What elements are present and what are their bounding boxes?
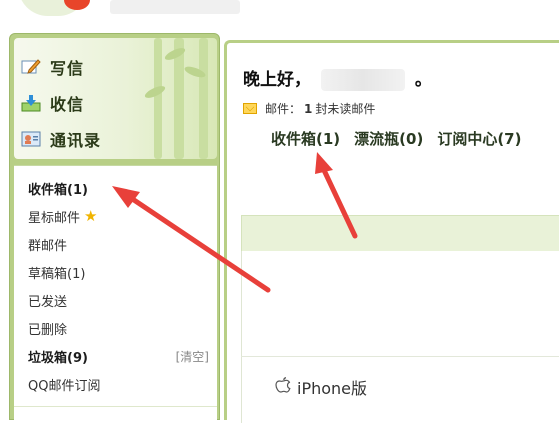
folder-group[interactable]: 群邮件 [28,233,67,255]
iphone-version-link[interactable]: iPhone版 [275,375,367,399]
folder-starred-label: 星标邮件 [28,210,81,226]
pencil-icon [20,58,42,76]
apple-icon [275,376,291,399]
mailbox-tabs: 收件箱(1) 漂流瓶(0) 订阅中心(7) [271,128,535,149]
tab-inbox[interactable]: 收件箱(1) [271,128,340,149]
star-icon: ★ [84,207,98,225]
tab-drift-bottle[interactable]: 漂流瓶(0) [354,128,423,149]
greeting-suffix: 。 [414,70,432,90]
content-divider [241,356,559,357]
download-icon [20,94,42,112]
folder-deleted[interactable]: 已删除 [28,317,67,339]
mail-label: 邮件： [265,102,302,116]
unread-summary: 邮件： 1 封未读邮件 [243,100,375,117]
envelope-icon [243,103,257,114]
folder-subscriptions[interactable]: QQ邮件订阅 [28,373,100,395]
contacts-icon [20,130,42,148]
greeting-prefix: 晚上好， [243,70,311,90]
write-mail-button[interactable]: 写信 [20,52,84,82]
divider [14,406,217,407]
greeting: 晚上好， 。 [243,65,432,91]
write-mail-label: 写信 [50,59,85,78]
iphone-label: iPhone版 [297,379,368,398]
unread-suffix: 封未读邮件 [315,102,376,116]
folder-drafts[interactable]: 草稿箱(1) [28,261,85,283]
contacts-label: 通讯录 [50,131,102,150]
sidebar: 写信 收信 通讯录 收件箱(1) 星标邮件 ★ 群邮件 草稿箱(1) 已发送 已… [9,33,220,422]
folder-starred[interactable]: 星标邮件 ★ [28,205,97,227]
content-header-band [241,215,559,253]
redacted-username [320,69,405,91]
clear-spam-link[interactable]: [清空] [176,348,209,365]
quick-actions-panel: 写信 收信 通讯录 [14,38,217,159]
tab-subscription-center[interactable]: 订阅中心(7) [437,128,521,149]
contacts-button[interactable]: 通讯录 [20,124,101,154]
folder-list: 收件箱(1) 星标邮件 ★ 群邮件 草稿箱(1) 已发送 已删除 垃圾箱(9) … [14,165,217,422]
folder-spam[interactable]: 垃圾箱(9) [28,345,88,367]
check-mail-button[interactable]: 收信 [20,88,84,118]
folder-sent[interactable]: 已发送 [28,289,67,311]
check-mail-label: 收信 [50,95,85,114]
folder-inbox[interactable]: 收件箱(1) [28,177,88,199]
unread-count[interactable]: 1 [304,102,312,116]
logo-text-blurred [110,0,240,14]
main-panel: 晚上好， 。 邮件： 1 封未读邮件 收件箱(1) 漂流瓶(0) 订阅中心(7)… [224,40,559,423]
